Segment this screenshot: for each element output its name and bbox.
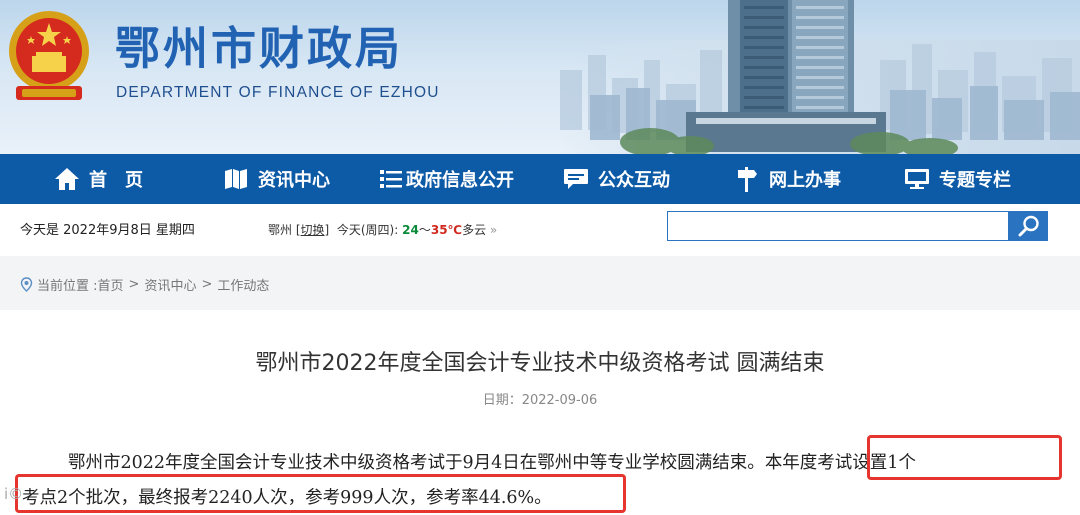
article-date: 日期：2022-09-06: [0, 389, 1080, 408]
search-input[interactable]: [667, 211, 1009, 241]
signpost-icon: [733, 165, 761, 193]
nav-item-label: 专题专栏: [939, 170, 1011, 191]
nav-item-special-topics[interactable]: 专题专栏: [903, 154, 1011, 204]
nav-item-home[interactable]: 首 页: [53, 154, 143, 204]
breadcrumb-item-news-center[interactable]: 资讯中心: [144, 275, 196, 294]
nav-item-label: 资讯中心: [258, 170, 330, 191]
nav-item-public-interaction[interactable]: 公众互动: [562, 154, 670, 204]
map-icon: [222, 165, 250, 193]
list-icon: [380, 165, 402, 193]
site-title[interactable]: 鄂州市财政局: [115, 12, 403, 77]
article-date-label: 日期：: [482, 393, 522, 408]
search-button[interactable]: [1009, 211, 1048, 241]
nav-item-gov-info[interactable]: 政府信息公开: [380, 154, 514, 204]
nav-item-label: 首 页: [89, 170, 143, 191]
search-icon: [1018, 215, 1039, 237]
home-icon: [53, 165, 81, 193]
article-date-value: 2022-09-06: [521, 393, 598, 408]
breadcrumb-prefix: 当前位置 :: [37, 279, 98, 294]
breadcrumb-separator: >: [201, 277, 213, 292]
national-emblem-icon: [9, 11, 89, 100]
breadcrumb: 当前位置 : 首页 > 资讯中心 > 工作动态: [20, 275, 269, 294]
weather-more-icon[interactable]: »: [490, 223, 497, 237]
article-paragraph-line-2: 考点2个批次，最终报考2240人次，参考999人次，参考率44.6%。: [22, 488, 552, 508]
switch-city-link[interactable]: [切换]: [296, 223, 329, 237]
weather-widget: 鄂州 [切换] 今天(周四): 24～35℃多云 »: [268, 221, 497, 238]
header-banner: 鄂州市财政局 DEPARTMENT OF FINANCE OF EZHOU: [0, 0, 1080, 154]
main-nav: 首 页 资讯中心 政府信息公开 公众互动 网上办事 专题专栏: [0, 154, 1080, 204]
location-pin-icon: [20, 277, 33, 292]
highlighted-text: 本年度考试设置1个: [764, 453, 916, 473]
weather-day: 今天(周四):: [336, 223, 399, 237]
weather-condition: 多云: [462, 223, 487, 237]
article-paragraph-line-1: 鄂州市2022年度全国会计专业技术中级资格考试于9月4日在鄂州中等专业学校圆满结…: [68, 449, 916, 474]
breadcrumb-item-home[interactable]: 首页: [98, 275, 124, 294]
temp-unit: ℃: [447, 223, 463, 237]
temp-high: 35: [430, 223, 448, 237]
nav-item-label: 政府信息公开: [406, 170, 514, 191]
temp-sep: ～: [418, 223, 431, 237]
article-title: 鄂州市2022年度全国会计专业技术中级资格考试 圆满结束: [255, 351, 825, 376]
paragraph-text: 鄂州市2022年度全国会计专业技术中级资格考试于9月4日在鄂州中等专业学校圆满结…: [68, 453, 765, 473]
site-subtitle: DEPARTMENT OF FINANCE OF EZHOU: [116, 84, 440, 101]
nav-item-label: 网上办事: [769, 170, 841, 191]
chat-icon: [562, 165, 590, 193]
nav-item-label: 公众互动: [598, 170, 670, 191]
switch-city-label[interactable]: 切换: [301, 223, 325, 237]
nav-item-online-services[interactable]: 网上办事: [733, 154, 841, 204]
breadcrumb-item-work-news[interactable]: 工作动态: [217, 275, 269, 294]
watermark: i©: [4, 485, 24, 503]
temp-low: 24: [402, 223, 419, 237]
breadcrumb-separator: >: [128, 277, 140, 292]
today-date: 今天是 2022年9月8日 星期四: [20, 223, 195, 238]
weather-city: 鄂州: [268, 223, 293, 237]
nav-item-news-center[interactable]: 资讯中心: [222, 154, 330, 204]
monitor-icon: [903, 165, 931, 193]
